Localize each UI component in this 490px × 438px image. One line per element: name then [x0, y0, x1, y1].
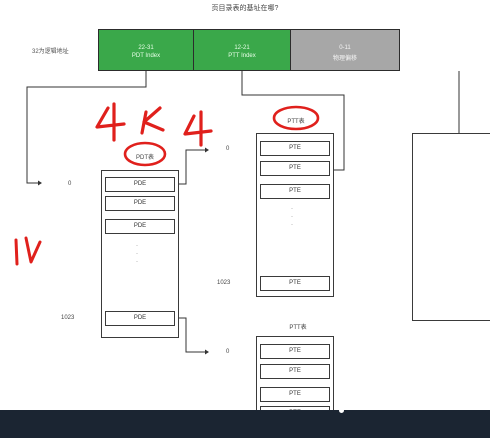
- pdt-index-name: PDT Index: [131, 53, 161, 59]
- handwritten-10: [14, 236, 42, 266]
- diagram-canvas: 页目录表的基址在哪? 32为逻辑地址 22-31 PDT Index 12-21…: [0, 0, 490, 438]
- ptt1-caption: PTT表: [287, 119, 305, 125]
- physical-page-box: [412, 133, 490, 321]
- address-label: 32为逻辑地址: [32, 49, 69, 55]
- ptt1-dot: ·: [291, 206, 293, 212]
- ptt1-table: [256, 133, 334, 297]
- ptt1-dot: ·: [291, 214, 293, 220]
- pde0-to-ptt1-arrow: [176, 149, 205, 185]
- pdt-dot: ·: [136, 259, 138, 265]
- pdt-entry: PDE: [105, 177, 175, 192]
- pdt-entry: PDE: [105, 219, 175, 234]
- offset-name: 物理偏移: [332, 56, 357, 62]
- ptt1-last-index: 1023: [217, 280, 231, 286]
- pdt-last-index: 1023: [61, 315, 75, 321]
- ptt1-entry: PTE: [260, 161, 330, 176]
- ptt2-first-index: 0: [226, 349, 230, 355]
- offset-range: 0-11: [339, 45, 351, 51]
- pde0-to-ptt1-arrowhead: [205, 147, 209, 153]
- ptt-index-range: 12-21: [234, 45, 250, 51]
- ptt1-entry: PTE: [260, 276, 330, 291]
- ptt2-entry: PTE: [260, 364, 330, 379]
- pdt-index-segment: 22-31 PDT Index: [98, 29, 194, 71]
- pde1023-to-ptt2-arrowhead: [205, 349, 209, 355]
- pdt-dot: ·: [136, 243, 138, 249]
- page-title: 页目录表的基址在哪?: [211, 5, 279, 12]
- pdt-index-range: 22-31: [138, 45, 154, 51]
- pdt-entry: PDE: [105, 196, 175, 211]
- ptt1-first-index: 0: [226, 146, 230, 152]
- pdt-ellipsis: · · ·: [134, 242, 140, 266]
- offset-segment: 0-11 物理偏移: [290, 29, 400, 71]
- progress-knob[interactable]: [339, 408, 344, 413]
- handwritten-4k4: [95, 102, 213, 147]
- pde1023-to-ptt2-arrow: [176, 317, 205, 353]
- pdt-entry: PDE: [105, 311, 175, 326]
- ptt2-caption: PTT表: [289, 325, 307, 331]
- ptt2-entry: PTE: [260, 387, 330, 402]
- pdt-dot: ·: [136, 251, 138, 257]
- ptt1-entry: PTE: [260, 141, 330, 156]
- pdt-first-index: 0: [68, 181, 72, 187]
- ptt1-dot: ·: [291, 222, 293, 228]
- ptt2-entry: PTE: [260, 344, 330, 359]
- ptt-index-name: PTT Index: [228, 53, 256, 59]
- bottom-bar: [0, 410, 490, 438]
- pdt-caption: PDT表: [135, 155, 154, 161]
- pdt-index-arrowhead: [38, 180, 42, 186]
- ptt1-ellipsis: · · ·: [289, 205, 295, 229]
- ptt1-entry: PTE: [260, 184, 330, 199]
- pdt-index-arrow: [26, 71, 147, 184]
- ptt-index-segment: 12-21 PTT Index: [193, 29, 291, 71]
